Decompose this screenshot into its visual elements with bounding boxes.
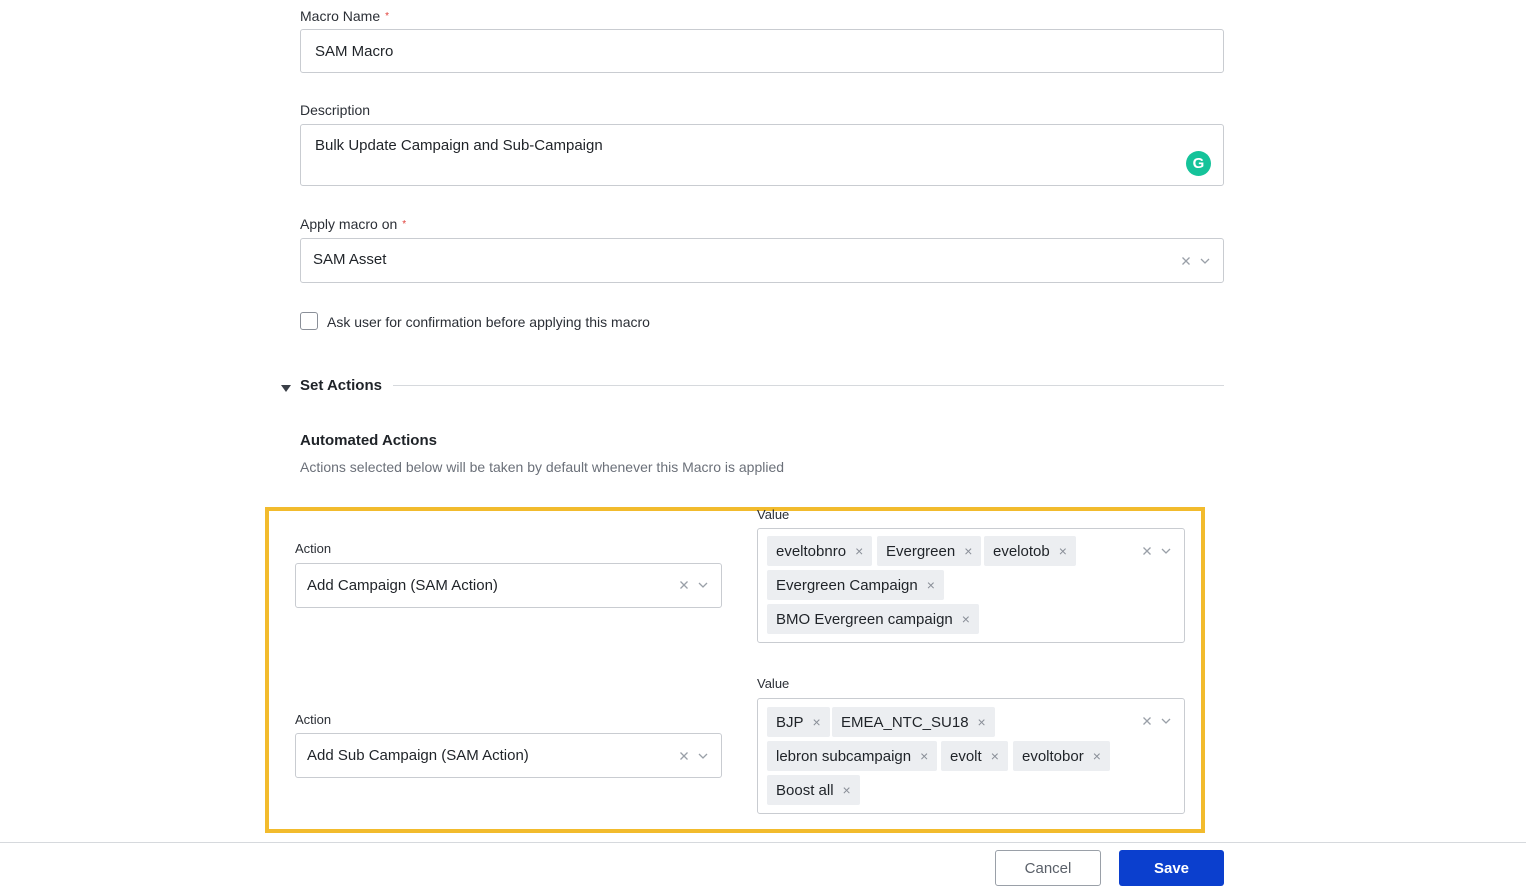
chip-remove-icon[interactable]: × (964, 544, 972, 558)
value-label: Value (757, 676, 790, 691)
chip-remove-icon[interactable]: × (1059, 544, 1067, 558)
value-chip: Boost all × (767, 775, 860, 805)
chevron-down-icon[interactable] (696, 578, 710, 592)
macro-name-value: SAM Macro (315, 43, 394, 60)
chevron-down-icon[interactable] (1159, 544, 1173, 558)
required-mark: * (385, 11, 390, 22)
chevron-down-icon[interactable] (696, 749, 710, 763)
action-value: Add Sub Campaign (SAM Action) (307, 747, 529, 764)
chip-remove-icon[interactable]: × (927, 578, 935, 592)
value-chip: BMO Evergreen campaign × (767, 604, 979, 634)
chip-remove-icon[interactable]: × (1093, 749, 1101, 763)
chevron-down-icon[interactable] (1198, 254, 1212, 268)
macro-name-label: Macro Name * (300, 8, 390, 24)
chip-remove-icon[interactable]: × (855, 544, 863, 558)
automated-actions-subtitle: Actions selected below will be taken by … (300, 459, 785, 475)
value-chip: BJP × (767, 707, 830, 737)
apply-on-select[interactable]: SAM Asset (300, 238, 1224, 283)
action-label: Action (295, 541, 332, 556)
value-chip: Evergreen × (877, 536, 982, 566)
confirm-label: Ask user for confirmation before applyin… (327, 314, 650, 330)
value-chip: evelotob × (984, 536, 1076, 566)
caret-down-icon[interactable] (280, 381, 292, 399)
description-value: Bulk Update Campaign and Sub-Campaign (315, 137, 603, 154)
value-chip: evoltobor × (1013, 741, 1110, 771)
macro-name-input[interactable]: SAM Macro (300, 29, 1224, 73)
apply-on-value: SAM Asset (313, 251, 387, 268)
action-select[interactable]: Add Sub Campaign (SAM Action) (295, 733, 722, 778)
grammarly-icon[interactable]: G (1186, 151, 1211, 176)
chip-remove-icon[interactable]: × (962, 612, 970, 626)
close-icon[interactable] (1179, 254, 1193, 268)
action-select[interactable]: Add Campaign (SAM Action) (295, 563, 722, 608)
close-icon[interactable] (1140, 544, 1154, 558)
close-icon[interactable] (1140, 714, 1154, 728)
chip-remove-icon[interactable]: × (813, 715, 821, 729)
description-label: Description (300, 102, 371, 118)
save-button[interactable]: Save (1119, 850, 1224, 886)
description-textarea[interactable]: Bulk Update Campaign and Sub-Campaign (300, 124, 1224, 186)
cancel-button[interactable]: Cancel (995, 850, 1101, 886)
apply-on-label: Apply macro on * (300, 216, 407, 232)
chip-remove-icon[interactable]: × (978, 715, 986, 729)
value-chip: Evergreen Campaign × (767, 570, 944, 600)
value-label: Value (757, 507, 790, 522)
chip-remove-icon[interactable]: × (920, 749, 928, 763)
value-chip: eveltobnro × (767, 536, 873, 566)
footer-divider (0, 842, 1526, 843)
chip-remove-icon[interactable]: × (843, 783, 851, 797)
chevron-down-icon[interactable] (1159, 714, 1173, 728)
confirm-checkbox[interactable] (300, 312, 318, 330)
close-icon[interactable] (677, 578, 691, 592)
required-mark: * (402, 219, 407, 230)
chip-remove-icon[interactable]: × (991, 749, 999, 763)
action-label: Action (295, 712, 332, 727)
action-value: Add Campaign (SAM Action) (307, 577, 498, 594)
section-divider (393, 385, 1224, 386)
close-icon[interactable] (677, 749, 691, 763)
value-chip: EMEA_NTC_SU18 × (832, 707, 995, 737)
set-actions-title: Set Actions (300, 377, 382, 394)
automated-actions-title: Automated Actions (300, 432, 437, 449)
value-chip: evolt × (941, 741, 1008, 771)
value-chip: lebron subcampaign × (767, 741, 938, 771)
